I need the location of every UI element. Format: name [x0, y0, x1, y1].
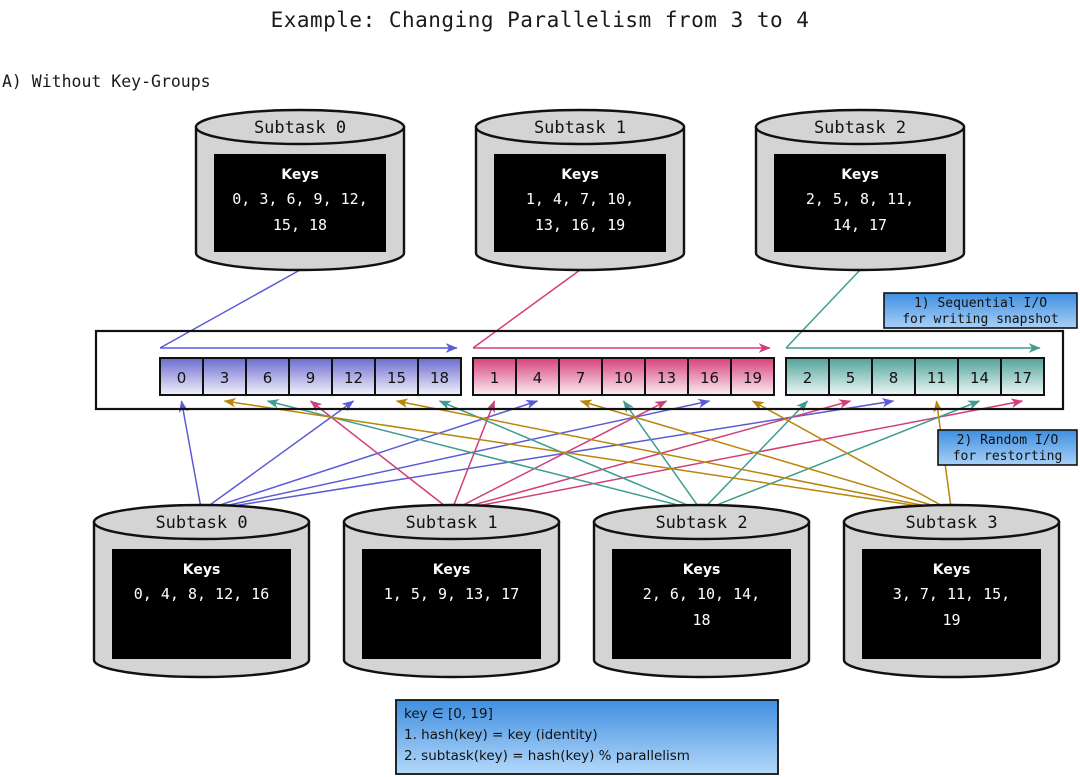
dfs-key-group: 1 4 7 10 13 16 19 — [472, 357, 775, 396]
keys-header: Keys — [433, 562, 471, 578]
write-arrow-lead — [159, 269, 301, 349]
keys-header: Keys — [683, 562, 721, 578]
keys-header: Keys — [933, 562, 971, 578]
keys-line: 0, 3, 6, 9, 12, — [232, 190, 367, 208]
write-arrow-lead — [785, 269, 861, 349]
keys-header: Keys — [841, 167, 879, 183]
dfs-cell-group: 0 3 6 9 12 15 18 1 4 7 10 13 16 19 2 5 8 11 14 17 — [159, 357, 1045, 396]
keys-line: 3, 7, 11, 15, — [893, 585, 1010, 603]
dfs-cell-label: 0 — [177, 369, 187, 387]
formula-line: key ∈ [0, 19] — [404, 706, 493, 722]
keys-header: Keys — [183, 562, 221, 578]
write-arrow-lead — [472, 269, 581, 349]
dfs-cell-label: 3 — [220, 369, 230, 387]
subtask-cylinder[interactable]: Subtask 1 Keys 1, 4, 7, 10, 13, 16, 19 — [474, 108, 686, 272]
dfs-cell-label: 7 — [576, 369, 586, 387]
keys-line: 13, 16, 19 — [535, 216, 625, 234]
subtask-title: Subtask 0 — [155, 513, 247, 533]
subtask-cylinder[interactable]: Subtask 1 Keys 1, 5, 9, 13, 17 — [342, 503, 561, 679]
restore-arrow — [700, 400, 809, 512]
keys-header: Keys — [561, 167, 599, 183]
note-line: 2) Random I/O — [957, 433, 1059, 448]
note-line: for restorting — [953, 449, 1063, 464]
dfs-cell-label: 8 — [889, 369, 899, 387]
dfs-cell-label: 10 — [614, 369, 633, 387]
restore-arrow — [751, 400, 952, 512]
keys-line: 15, 18 — [273, 216, 327, 234]
dfs-cell-label: 4 — [533, 369, 543, 387]
formula-box: key ∈ [0, 19] 1. hash(key) = key (identit… — [395, 699, 779, 775]
subtask-title: Subtask 3 — [905, 513, 997, 533]
formula-line: 1. hash(key) = key (identity) — [404, 727, 598, 743]
subtask-title: Subtask 0 — [254, 118, 346, 138]
dfs-cell-label: 16 — [700, 369, 719, 387]
note-line: 1) Sequential I/O — [914, 296, 1047, 311]
subtask-cylinder[interactable]: Subtask 2 Keys 2, 5, 8, 11, 14, 17 — [754, 108, 966, 272]
restore-arrow — [395, 398, 952, 512]
dfs-cell-label: 1 — [490, 369, 500, 387]
keys-header: Keys — [281, 167, 319, 183]
dfs-cell-label: 11 — [927, 369, 946, 387]
keys-line: 0, 4, 8, 12, 16 — [134, 585, 269, 603]
keys-line: 2, 5, 8, 11, — [806, 190, 914, 208]
dfs-cell-label: 14 — [970, 369, 989, 387]
dfs-cell-label: 5 — [846, 369, 856, 387]
keys-line: 2, 6, 10, 14, — [643, 585, 760, 603]
subtask-title: Subtask 2 — [814, 118, 906, 138]
subtask-cylinder[interactable]: Subtask 0 Keys 0, 4, 8, 12, 16 — [92, 503, 311, 679]
dfs-cell-label: 2 — [803, 369, 813, 387]
keys-line: 19 — [942, 611, 960, 629]
restore-arrow — [178, 400, 203, 512]
annotation-note: 1) Sequential I/Ofor writing snapshot — [883, 292, 1078, 329]
annotation-note: 2) Random I/Ofor restorting — [937, 429, 1078, 466]
dfs-cell-label: 13 — [657, 369, 676, 387]
dfs-cell-label: 17 — [1013, 369, 1032, 387]
keys-line: 1, 5, 9, 13, 17 — [384, 585, 519, 603]
keys-line: 14, 17 — [833, 216, 887, 234]
dfs-cell-label: 18 — [430, 369, 449, 387]
subtask-title: Subtask 2 — [655, 513, 747, 533]
bottom-subtask-group: Subtask 0 Keys 0, 4, 8, 12, 16 Subtask 1 Key… — [92, 503, 1061, 679]
dfs-cell-label: 15 — [387, 369, 406, 387]
top-subtask-group: Subtask 0Keys0, 3, 6, 9, 12,15, 18Subtas… — [194, 108, 966, 272]
note-line: for writing snapshot — [902, 312, 1059, 327]
subtask-cylinder[interactable]: Subtask 2 Keys 2, 6, 10, 14, 18 — [592, 503, 811, 679]
keys-line: 1, 4, 7, 10, — [526, 190, 634, 208]
dfs-cell-label: 9 — [306, 369, 316, 387]
diagram-canvas: 0 3 6 9 12 15 18 1 4 7 10 13 16 19 2 5 8 11 14 17 Subtask 0… — [92, 108, 1078, 775]
subtask-cylinder[interactable]: Subtask 0 Keys 0, 3, 6, 9, 12, 15, 18 — [194, 108, 406, 272]
dfs-cell-label: 12 — [344, 369, 363, 387]
dfs-key-group: 2 5 8 11 14 17 — [785, 357, 1045, 396]
subtask-title: Subtask 1 — [534, 118, 626, 138]
subtask-cylinder[interactable]: Subtask 3 Keys 3, 7, 11, 15, 19 — [842, 503, 1061, 679]
keys-line: 18 — [692, 611, 710, 629]
subtask-title: Subtask 1 — [405, 513, 497, 533]
dfs-key-group: 0 3 6 9 12 15 18 — [159, 357, 462, 396]
restore-arrow-group — [178, 397, 1024, 512]
formula-line: 2. subtask(key) = hash(key) % parallelis… — [404, 748, 690, 764]
dfs-cell-label: 19 — [743, 369, 762, 387]
dfs-cell-label: 6 — [263, 369, 273, 387]
